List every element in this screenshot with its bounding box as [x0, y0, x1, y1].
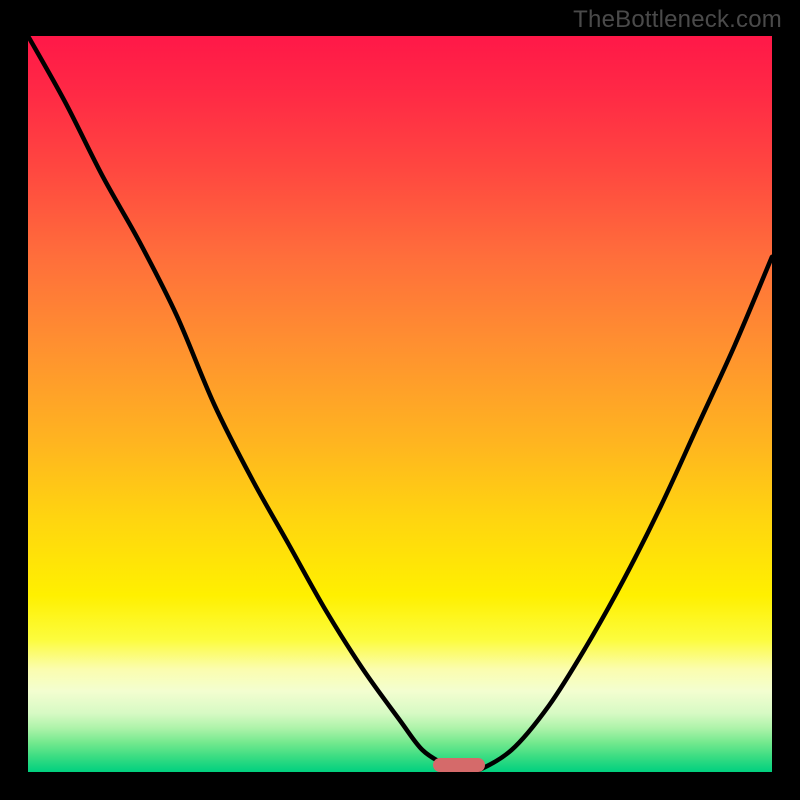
bottleneck-curve	[28, 36, 772, 772]
watermark-text: TheBottleneck.com	[573, 6, 782, 34]
plot-area	[28, 36, 772, 772]
chart-frame: TheBottleneck.com	[0, 0, 800, 800]
optimal-marker	[433, 758, 485, 772]
